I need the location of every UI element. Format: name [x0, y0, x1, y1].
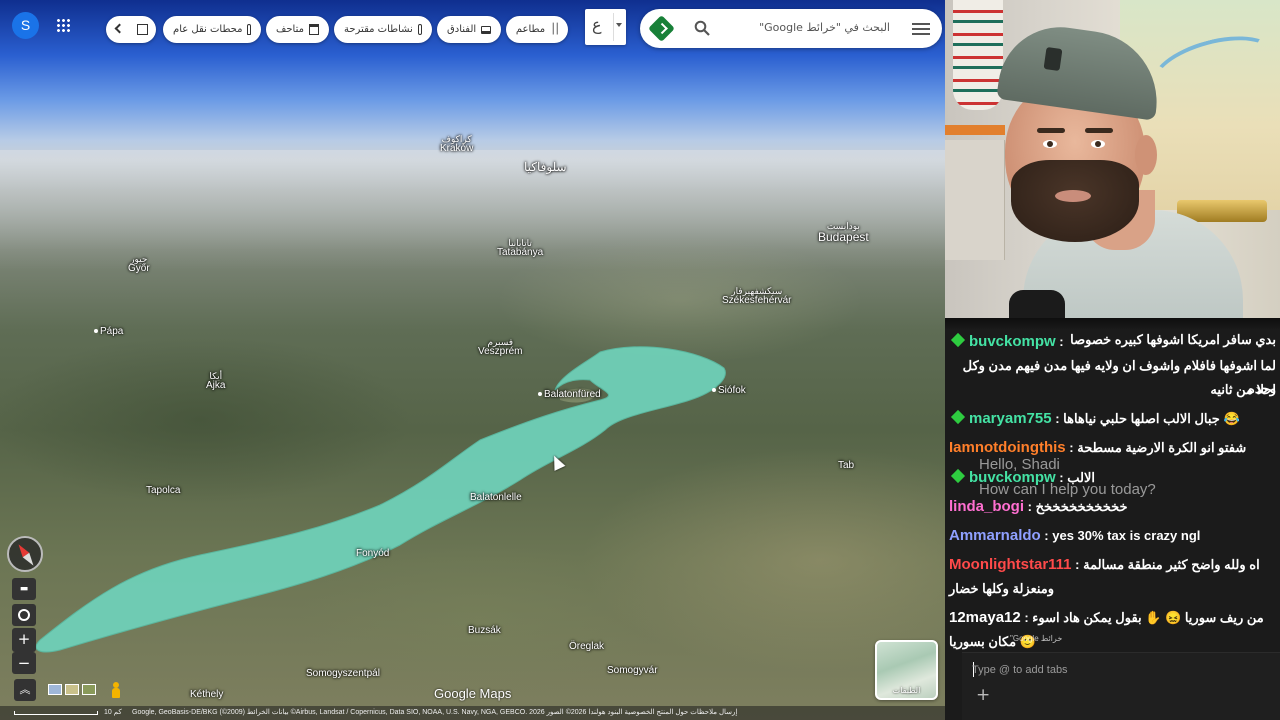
place-fonyod[interactable]: Fonyód	[356, 548, 389, 560]
microphone	[1009, 290, 1065, 318]
transit-icon	[247, 24, 251, 35]
webcam-feed	[945, 0, 1280, 318]
account-avatar[interactable]: S	[12, 12, 39, 39]
subscriber-badge-icon	[950, 409, 966, 425]
place-tatabanya[interactable]: تاتابانيا Tatabánya	[497, 238, 543, 259]
chevron-left-icon	[114, 23, 125, 34]
tilt-icon[interactable]: ▬	[12, 578, 36, 600]
chat-message: احلا من ثانيه	[1210, 382, 1276, 397]
layer-thumb-terrain[interactable]	[65, 684, 79, 695]
attribution-bar: 10 كم إرسال ملاحظات حول المنتج الخصوصية …	[0, 706, 945, 720]
subscriber-badge-icon	[950, 468, 966, 484]
assistant-context-chip: خرائط Google"	[1010, 634, 1063, 643]
place-somogyszentpal[interactable]: Somogyszentpál	[306, 668, 380, 680]
place-krakow[interactable]: كراكوف Kraków	[440, 134, 473, 155]
compass-icon[interactable]	[7, 536, 43, 572]
search-input[interactable]: البحث في "خرائط Google"	[759, 21, 890, 34]
layer-thumb-map[interactable]	[48, 684, 62, 695]
place-tapolca[interactable]: Tapolca	[146, 485, 180, 497]
chip-transit[interactable]: محطات نقل عام	[163, 16, 261, 43]
camera-icon	[417, 24, 422, 35]
chat-message: Moonlightstar111 : اه ولله واضح كثير منط…	[949, 556, 1260, 573]
place-tab[interactable]: Tab	[838, 460, 854, 472]
menu-icon[interactable]	[912, 20, 930, 36]
streamer-mouth	[1055, 190, 1091, 202]
search-icon[interactable]	[694, 20, 710, 36]
language-selector[interactable]: ع	[585, 9, 626, 45]
subscriber-badge-icon	[950, 332, 966, 348]
restaurant-icon	[550, 24, 558, 35]
screen: كراكوف Kraków سلوفاكيا بودابست Budapest …	[0, 0, 1280, 720]
chip-hotels[interactable]: الفنادق	[437, 16, 501, 43]
place-szekesfehervar[interactable]: سيكشفهيرفار Székesfehérvár	[722, 286, 791, 307]
hotel-icon	[481, 25, 491, 34]
place-balatonlelle[interactable]: Balatonlelle	[470, 492, 522, 504]
my-location-icon[interactable]	[12, 604, 36, 626]
assistant-input-panel: +	[962, 652, 1280, 720]
google-maps-logo: Google Maps	[434, 686, 512, 701]
chip-restaurants[interactable]: مطاعم	[506, 16, 568, 43]
chat-message: 12maya12 : من ريف سوريا 😖 ✋ بقول يمكن ها…	[949, 609, 1264, 626]
eye	[1043, 140, 1057, 148]
place-oreglak[interactable]: Öreglak	[569, 641, 604, 653]
museum-icon	[308, 24, 319, 35]
layers-button[interactable]: الطبقات	[875, 640, 938, 700]
place-slovakia[interactable]: سلوفاكيا	[524, 161, 567, 174]
place-ajka[interactable]: أيكا Ajka	[206, 371, 225, 392]
expand-up-icon[interactable]: ︽	[14, 679, 36, 701]
chip-museums[interactable]: متاحف	[266, 16, 329, 43]
directions-icon[interactable]	[648, 15, 675, 42]
place-papa[interactable]: Pápa	[94, 326, 123, 338]
street-view-pegman-icon[interactable]	[111, 682, 121, 698]
cap-logo	[1043, 46, 1063, 72]
apps-grid-icon[interactable]	[56, 18, 71, 33]
shelf	[945, 125, 1005, 135]
place-budapest[interactable]: بودابست Budapest	[818, 221, 869, 244]
place-somogyvar[interactable]: Somogyvár	[607, 665, 658, 677]
chip-activities[interactable]: نشاطات مقترحة	[334, 16, 432, 43]
search-box[interactable]: البحث في "خرائط Google"	[640, 9, 942, 48]
lake-balaton	[35, 346, 726, 653]
place-buzsak[interactable]: Buzsák	[468, 625, 501, 637]
divider	[613, 13, 614, 41]
chat-message: maryam755 : جبال الالب اصلها حلبي نياهاه…	[949, 407, 1276, 430]
eyebrow	[1037, 128, 1065, 133]
assistant-input[interactable]	[972, 661, 1262, 679]
place-siofok[interactable]: Siófok	[712, 385, 746, 397]
scale-bar[interactable]	[14, 711, 98, 715]
chat-message: ومنعزلة وكلها خضار	[949, 581, 1055, 596]
place-veszprem[interactable]: فسبرم Veszprém	[478, 337, 522, 358]
chat-message: buvckompw :	[949, 330, 1276, 353]
wall-panel	[945, 140, 1005, 260]
add-icon[interactable]: +	[976, 685, 990, 705]
place-gyor[interactable]: جيور Győr	[128, 254, 150, 275]
caret-down-icon	[616, 23, 622, 27]
layer-thumb-satellite[interactable]	[82, 684, 96, 695]
eyebrow	[1085, 128, 1113, 133]
more-category-icon	[137, 24, 148, 35]
place-balatonfured[interactable]: Balatonfüred	[538, 389, 601, 401]
zoom-in-button[interactable]: +	[12, 628, 36, 652]
chips-scroll-button[interactable]	[106, 16, 156, 43]
eye	[1091, 140, 1105, 148]
place-kethely[interactable]: Kéthely	[190, 689, 223, 701]
christmas-stocking	[953, 0, 1003, 110]
chat-message: linda_bogi : خخخخخخخخخخخ	[949, 498, 1128, 515]
chat-message: مكان بسوريا 🙂	[949, 634, 1036, 649]
chat-message: Ammarnaldo : yes 30% tax is crazy ngl	[949, 527, 1201, 544]
zoom-out-button[interactable]: −	[12, 652, 36, 674]
map-view[interactable]: كراكوف Kraków سلوفاكيا بودابست Budapest …	[0, 0, 945, 720]
streamer-ear	[1135, 135, 1157, 175]
